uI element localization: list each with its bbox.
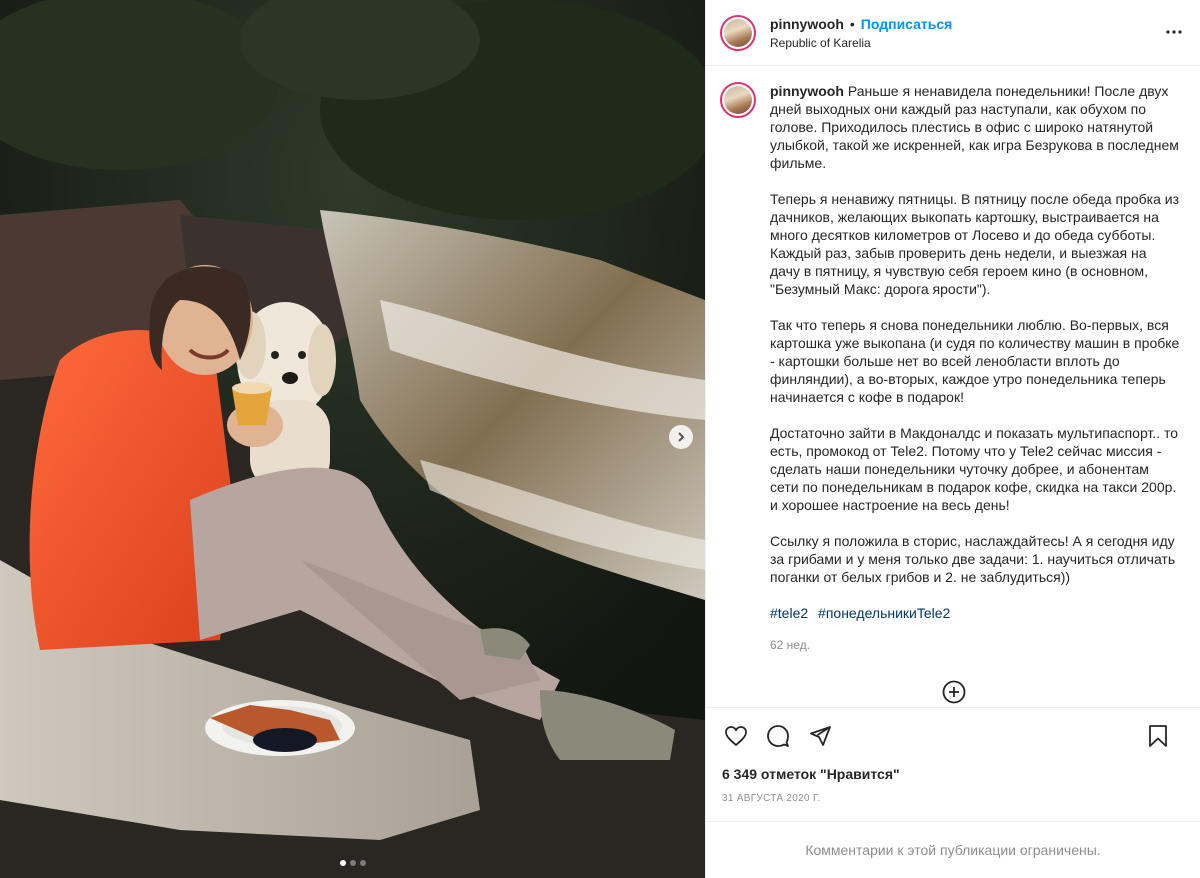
comments-restricted-notice: Комментарии к этой публикации ограничены…: [706, 821, 1200, 878]
caption-username[interactable]: pinnywooh: [770, 83, 844, 99]
likes-count[interactable]: 6 349 отметок "Нравится": [706, 763, 1200, 785]
chevron-right-icon: [678, 432, 685, 442]
post-date: 31 АВГУСТА 2020 Г.: [722, 793, 821, 804]
caption-paragraph: Так что теперь я снова понедельники любл…: [770, 317, 1180, 405]
caption-paragraph: pinnywooh Раньше я ненавидела понедельник…: [770, 83, 1179, 171]
caption-paragraph: Ссылку я положила в сторис, наслаждайтес…: [770, 533, 1176, 585]
post-photo[interactable]: [0, 0, 705, 878]
comment-icon: [767, 724, 789, 747]
carousel-dot: [359, 860, 366, 866]
action-bar: [706, 707, 1200, 763]
author-username[interactable]: pinnywooh: [770, 16, 844, 32]
caption-time: 62 нед.: [770, 638, 811, 652]
load-more-comments-button[interactable]: [942, 680, 966, 704]
hashtags: #tele2 #понедельникиTele2: [770, 604, 1180, 622]
bookmark-icon: [1149, 725, 1167, 747]
comment-button[interactable]: [764, 722, 792, 750]
paper-plane-icon: [810, 725, 831, 746]
hashtag-link[interactable]: #понедельникиTele2: [818, 605, 950, 621]
save-button[interactable]: [1144, 722, 1172, 750]
follow-button[interactable]: Подписаться: [861, 16, 953, 32]
caption-body: pinnywooh Раньше я ненавидела понедельник…: [770, 82, 1180, 654]
more-options-button[interactable]: [1164, 22, 1184, 42]
separator-dot: •: [849, 15, 855, 32]
like-button[interactable]: [722, 722, 750, 750]
avatar[interactable]: [720, 82, 756, 118]
location-link[interactable]: Republic of Karelia: [770, 36, 952, 50]
ellipsis-icon: [1166, 30, 1182, 34]
caption: pinnywooh Раньше я ненавидела понедельник…: [720, 82, 1184, 654]
caption-area: pinnywooh Раньше я ненавидела понедельник…: [706, 66, 1200, 707]
post-header: pinnywooh • Подписаться Republic of Kare…: [706, 0, 1200, 66]
carousel-dot: [339, 860, 346, 866]
heart-icon: [725, 725, 747, 746]
instagram-post: pinnywooh • Подписаться Republic of Kare…: [0, 0, 1200, 878]
caption-paragraph: Достаточно зайти в Макдоналдс и показать…: [770, 425, 1178, 513]
carousel-next-button[interactable]: [669, 425, 693, 449]
carousel-indicator: [0, 860, 705, 866]
photo-scene: [0, 0, 705, 878]
share-button[interactable]: [806, 722, 834, 750]
caption-paragraph: Теперь я ненавижу пятницы. В пятницу пос…: [770, 191, 1180, 297]
plus-circle-icon: [942, 680, 966, 704]
post-side-panel: pinnywooh • Подписаться Republic of Kare…: [705, 0, 1200, 878]
avatar[interactable]: [720, 14, 756, 51]
hashtag-link[interactable]: #tele2: [770, 605, 808, 621]
carousel-dot: [349, 860, 356, 866]
